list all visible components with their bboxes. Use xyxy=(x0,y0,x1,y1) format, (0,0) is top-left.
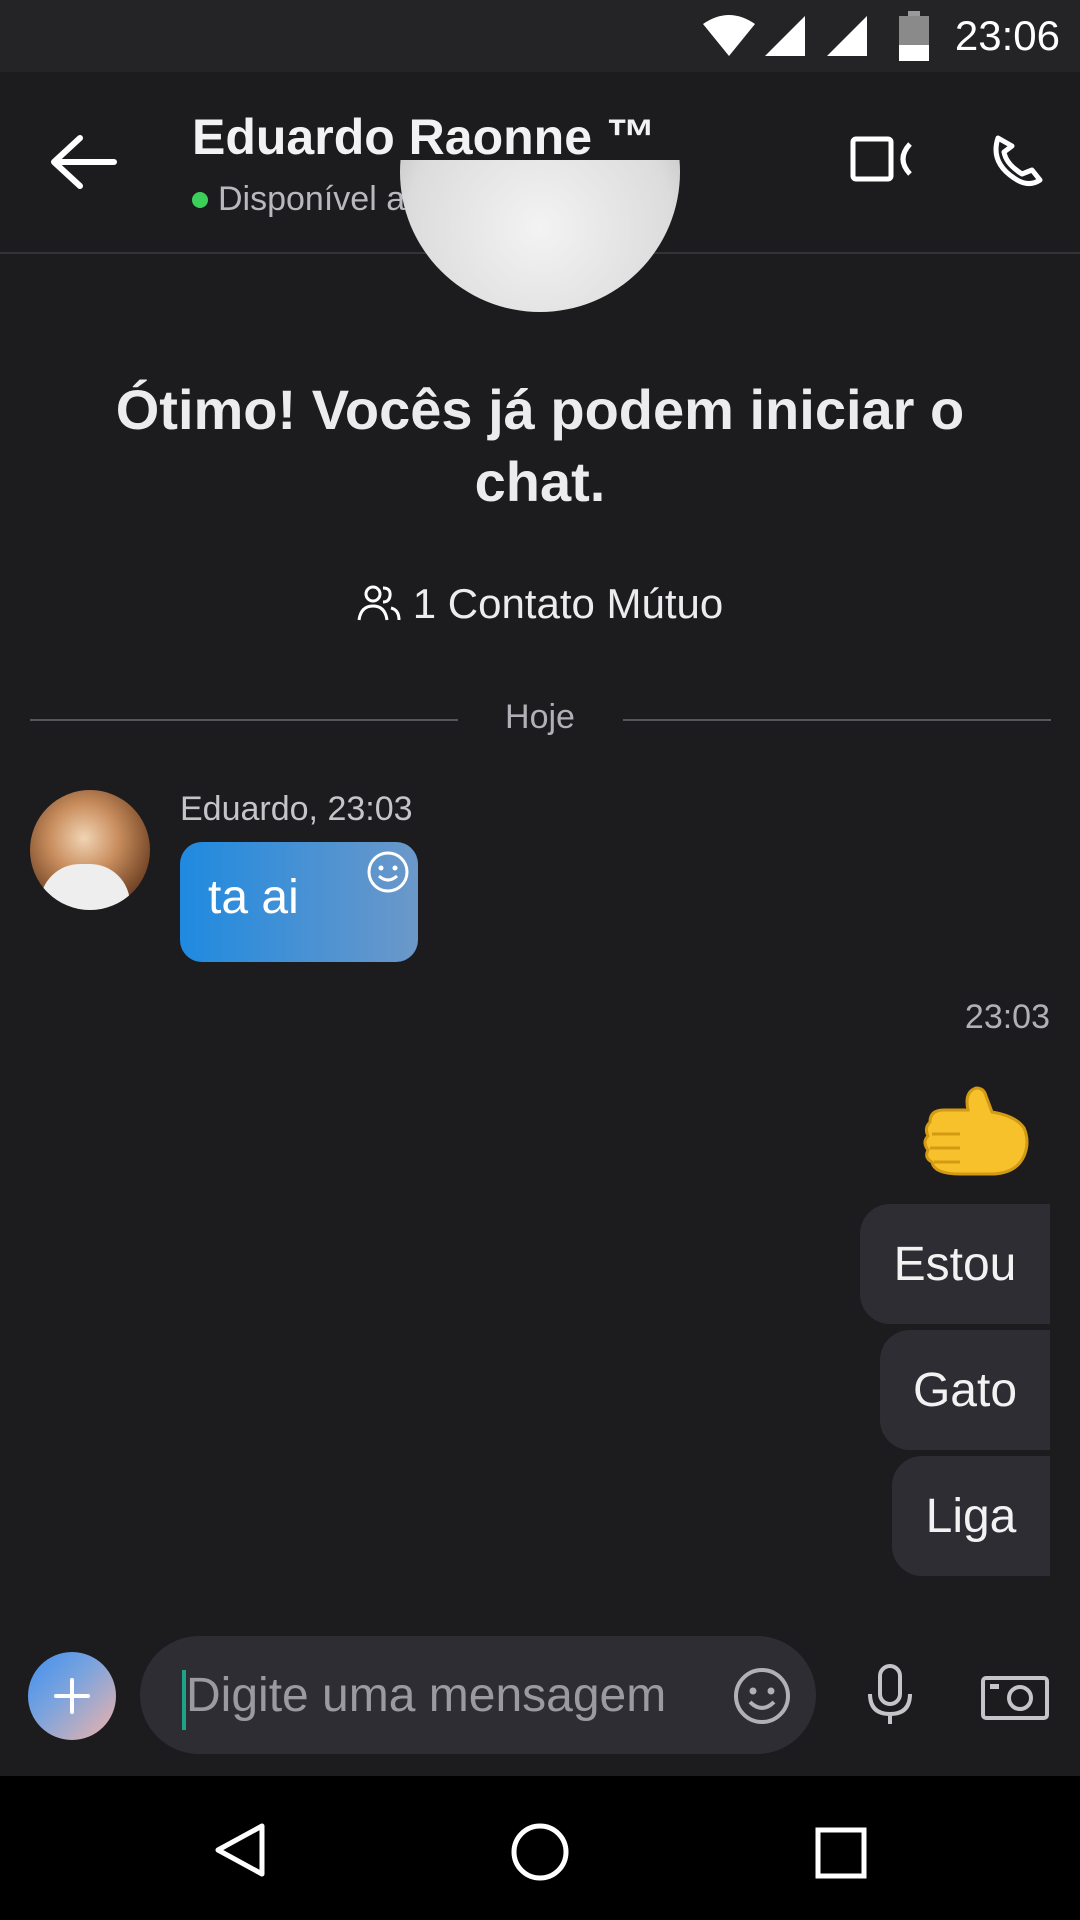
chat-intro-message: Ótimo! Vocês já podem iniciar o chat. xyxy=(115,378,965,513)
battery-icon xyxy=(898,11,929,61)
add-attachment-button[interactable] xyxy=(28,1652,116,1740)
back-button[interactable] xyxy=(50,132,120,192)
message-composer xyxy=(0,1616,1080,1776)
back-triangle-icon[interactable] xyxy=(210,1820,270,1880)
plus-icon xyxy=(54,1678,90,1714)
arrow-left-icon xyxy=(51,135,117,189)
thumbs-up-emoji-icon[interactable] xyxy=(920,1082,1040,1182)
divider-line-left xyxy=(30,719,458,721)
phone-icon xyxy=(993,135,1043,186)
outgoing-message-bubble[interactable]: Liga xyxy=(892,1456,1050,1576)
emoji-icon[interactable] xyxy=(732,1666,792,1726)
date-divider: Hoje xyxy=(505,698,575,736)
camera-button[interactable] xyxy=(980,1672,1050,1722)
message-sender-time: Eduardo, 23:03 xyxy=(180,790,413,828)
divider-line-right xyxy=(623,719,1051,721)
camera-icon xyxy=(981,1676,1049,1720)
wifi-icon xyxy=(702,15,755,56)
system-nav-bar xyxy=(0,1776,1080,1920)
contact-name[interactable]: Eduardo Raonne ™ xyxy=(192,108,656,166)
outgoing-message-bubble[interactable]: Gato xyxy=(880,1330,1050,1450)
profile-photo xyxy=(400,160,680,312)
outgoing-message-bubble[interactable]: Estou xyxy=(860,1204,1050,1324)
signal-icon xyxy=(764,16,805,56)
message-input[interactable] xyxy=(184,1662,708,1728)
voice-call-button[interactable] xyxy=(988,132,1044,188)
voice-message-button[interactable] xyxy=(862,1662,918,1728)
sender-avatar[interactable] xyxy=(30,790,150,910)
video-camera-icon xyxy=(850,136,912,182)
microphone-icon xyxy=(868,1664,912,1724)
outgoing-timestamp: 23:03 xyxy=(964,998,1050,1036)
mutual-contacts[interactable]: 1 Contato Mútuo xyxy=(0,580,1080,628)
incoming-message-bubble[interactable]: ta ai xyxy=(180,842,418,962)
status-bar: 23:06 xyxy=(0,0,1080,72)
mutual-contacts-label: 1 Contato Mútuo xyxy=(412,580,724,627)
video-call-button[interactable] xyxy=(850,134,914,184)
incoming-message-text: ta ai xyxy=(208,871,299,924)
signal-icon xyxy=(826,16,867,56)
message-input-container xyxy=(140,1636,816,1754)
recents-square-icon[interactable] xyxy=(814,1826,868,1880)
people-icon xyxy=(357,585,401,621)
status-icons: 23:06 xyxy=(701,0,1060,72)
home-circle-icon[interactable] xyxy=(508,1820,572,1884)
online-dot-icon xyxy=(192,191,208,208)
status-time: 23:06 xyxy=(954,12,1060,59)
smiley-icon[interactable] xyxy=(366,850,410,894)
